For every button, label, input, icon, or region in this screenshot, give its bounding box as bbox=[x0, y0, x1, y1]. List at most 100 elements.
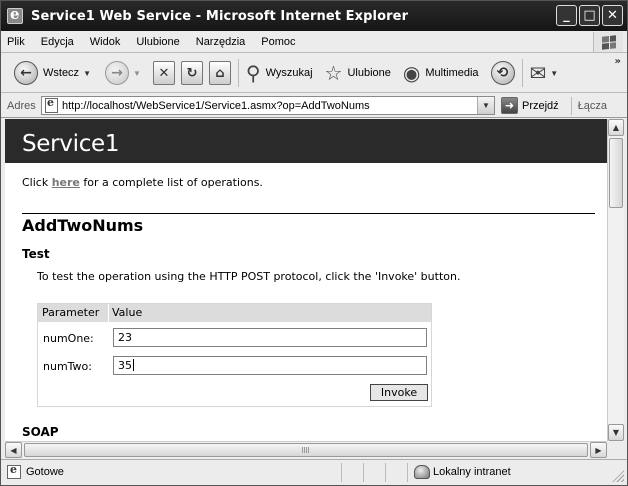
address-label: Adres bbox=[7, 99, 36, 112]
status-panel bbox=[341, 463, 363, 482]
home-icon: ⌂ bbox=[208, 61, 231, 85]
status-panel bbox=[385, 463, 407, 482]
address-field[interactable]: http://localhost/WebService1/Service1.as… bbox=[41, 96, 495, 115]
multimedia-button[interactable]: ◉ Multimedia bbox=[400, 57, 482, 89]
security-zone: Lokalny intranet bbox=[433, 466, 511, 478]
parameter-column-header: Parameter bbox=[42, 306, 100, 319]
go-arrow-icon: ➜ bbox=[501, 97, 518, 114]
status-panel bbox=[363, 463, 385, 482]
star-icon: ☆ bbox=[324, 61, 343, 85]
magnifier-icon: ⚲ bbox=[245, 61, 261, 85]
toolbar-separator bbox=[237, 59, 239, 87]
minimize-button[interactable]: _ bbox=[556, 5, 577, 26]
operations-link[interactable]: here bbox=[52, 176, 80, 189]
refresh-button[interactable]: ↻ bbox=[178, 57, 206, 89]
window-controls: _ □ ✕ bbox=[556, 5, 623, 26]
vertical-scroll-thumb[interactable] bbox=[609, 138, 623, 208]
back-dropdown-icon[interactable]: ▼ bbox=[83, 69, 91, 78]
numtwo-label: numTwo: bbox=[43, 360, 92, 373]
page-viewport: Service1 Click here for a complete list … bbox=[5, 119, 607, 441]
ie-app-icon[interactable] bbox=[7, 5, 23, 24]
form-table-header: Parameter Value bbox=[38, 304, 431, 322]
title-bar: Service1 Web Service - Microsoft Interne… bbox=[1, 1, 627, 31]
address-url[interactable]: http://localhost/WebService1/Service1.as… bbox=[62, 100, 370, 112]
address-dropdown-icon[interactable]: ▼ bbox=[477, 97, 494, 114]
search-label: Wyszukaj bbox=[265, 67, 313, 79]
menu-help[interactable]: Pomoc bbox=[253, 36, 303, 48]
menu-view[interactable]: Widok bbox=[82, 36, 129, 48]
numtwo-value: 35 bbox=[118, 359, 132, 372]
back-label: Wstecz bbox=[43, 67, 80, 79]
browser-window: Service1 Web Service - Microsoft Interne… bbox=[0, 0, 628, 486]
resize-grip-icon[interactable] bbox=[612, 470, 624, 482]
page-header: Service1 bbox=[5, 119, 607, 163]
horizontal-scrollbar[interactable]: ◀ ▶ bbox=[5, 441, 607, 458]
numone-input[interactable]: 23 bbox=[113, 328, 427, 347]
numtwo-input[interactable]: 35 bbox=[113, 356, 427, 375]
multimedia-icon: ◉ bbox=[402, 61, 421, 85]
page-title: Service1 bbox=[22, 131, 120, 157]
history-button[interactable]: ⟲ bbox=[488, 57, 518, 89]
vertical-scrollbar[interactable]: ▲ ▼ bbox=[607, 119, 624, 441]
intranet-zone-icon bbox=[414, 465, 430, 479]
stop-icon: ✕ bbox=[152, 61, 175, 85]
scroll-right-icon[interactable]: ▶ bbox=[590, 442, 607, 458]
intro-text: Click here for a complete list of operat… bbox=[22, 176, 263, 189]
operation-heading: AddTwoNums bbox=[22, 216, 144, 235]
maximize-button[interactable]: □ bbox=[579, 5, 600, 26]
test-heading: Test bbox=[22, 247, 50, 261]
page-status-icon bbox=[7, 463, 21, 479]
test-form: Parameter Value numOne: 23 numTwo: 35 In… bbox=[37, 303, 432, 407]
header-divider bbox=[108, 304, 109, 322]
page-icon bbox=[45, 96, 58, 113]
search-button[interactable]: ⚲ Wyszukaj bbox=[243, 57, 316, 89]
scroll-down-icon[interactable]: ▼ bbox=[608, 424, 624, 441]
window-title: Service1 Web Service - Microsoft Interne… bbox=[31, 8, 409, 24]
history-icon: ⟲ bbox=[490, 61, 515, 85]
mail-button[interactable]: ✉ ▼ bbox=[527, 57, 562, 89]
intro-after: for a complete list of operations. bbox=[79, 176, 263, 189]
close-button[interactable]: ✕ bbox=[602, 5, 623, 26]
status-bar: Gotowe Lokalny intranet bbox=[1, 459, 627, 485]
text-caret bbox=[133, 359, 134, 371]
go-label: Przejdź bbox=[522, 99, 559, 112]
mail-icon: ✉ bbox=[529, 61, 547, 85]
address-bar: Adres http://localhost/WebService1/Servi… bbox=[1, 94, 627, 118]
refresh-icon: ↻ bbox=[180, 61, 203, 85]
stop-button[interactable]: ✕ bbox=[150, 57, 178, 89]
standard-toolbar: ← Wstecz ▼ → ▼ ✕ ↻ ⌂ ⚲ Wyszukaj ☆ Ulubio… bbox=[1, 54, 627, 93]
scroll-up-icon[interactable]: ▲ bbox=[608, 119, 624, 136]
favorites-label: Ulubione bbox=[347, 67, 391, 79]
links-toolbar[interactable]: Łącza bbox=[578, 100, 607, 112]
windows-logo-icon bbox=[593, 32, 623, 52]
toolbar-separator bbox=[521, 59, 523, 87]
menu-file[interactable]: Plik bbox=[1, 36, 33, 48]
menu-edit[interactable]: Edycja bbox=[33, 36, 82, 48]
test-description: To test the operation using the HTTP POS… bbox=[37, 270, 461, 283]
home-button[interactable]: ⌂ bbox=[206, 57, 234, 89]
status-text: Gotowe bbox=[26, 466, 64, 478]
toolbar-overflow-icon[interactable]: » bbox=[615, 56, 621, 67]
back-button[interactable]: ← Wstecz ▼ bbox=[11, 57, 94, 89]
forward-arrow-icon: → bbox=[104, 61, 129, 85]
forward-dropdown-icon[interactable]: ▼ bbox=[133, 69, 141, 78]
value-column-header: Value bbox=[112, 306, 143, 319]
menu-favorites[interactable]: Ulubione bbox=[128, 36, 187, 48]
numone-label: numOne: bbox=[43, 332, 94, 345]
intro-before: Click bbox=[22, 176, 52, 189]
back-arrow-icon: ← bbox=[14, 61, 38, 85]
scrollbar-corner bbox=[607, 441, 624, 458]
menu-tools[interactable]: Narzędzia bbox=[188, 36, 254, 48]
section-divider bbox=[22, 213, 595, 214]
numone-value: 23 bbox=[118, 331, 132, 344]
soap-heading: SOAP bbox=[22, 425, 59, 439]
favorites-button[interactable]: ☆ Ulubione bbox=[322, 57, 394, 89]
mail-dropdown-icon[interactable]: ▼ bbox=[550, 69, 558, 78]
links-separator bbox=[570, 96, 572, 115]
go-button[interactable]: ➜ Przejdź bbox=[501, 97, 559, 114]
forward-button[interactable]: → ▼ bbox=[102, 57, 144, 89]
invoke-button[interactable]: Invoke bbox=[370, 384, 428, 401]
scroll-left-icon[interactable]: ◀ bbox=[5, 442, 22, 458]
horizontal-scroll-thumb[interactable] bbox=[24, 443, 588, 457]
multimedia-label: Multimedia bbox=[425, 67, 479, 79]
